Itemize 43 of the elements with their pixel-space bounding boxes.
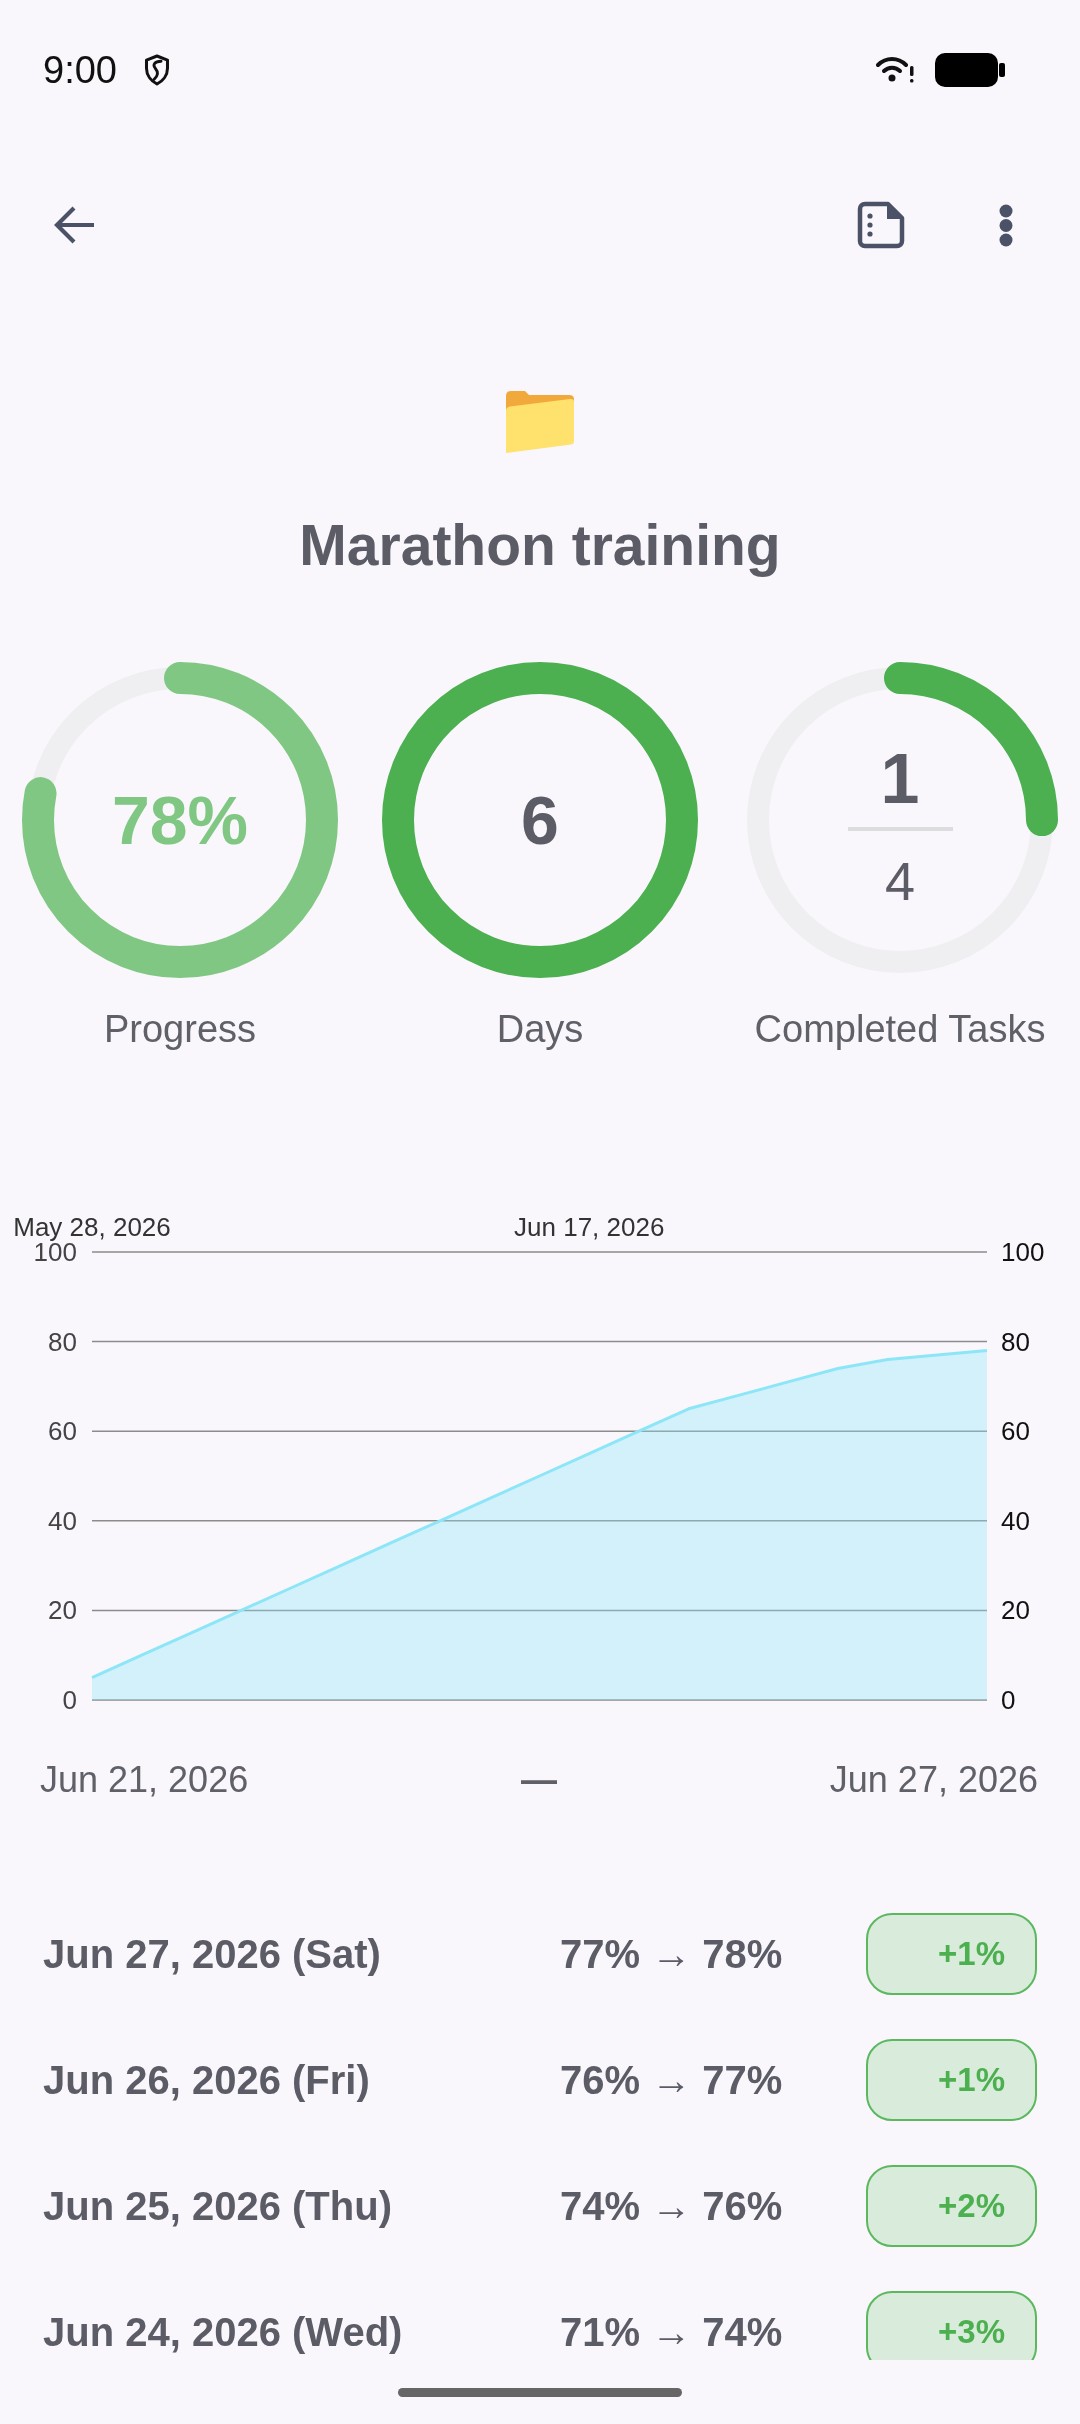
stat-label: Days (496, 1007, 584, 1052)
y-axis-label: 0 (1001, 1685, 1016, 1715)
wifi-warning-icon (876, 56, 916, 84)
y-axis-label: 100 (1001, 1237, 1045, 1267)
back-icon (52, 205, 96, 245)
y-axis-label: 20 (48, 1595, 77, 1626)
date-separator: — (521, 1759, 557, 1801)
stat-label: Progress (103, 1007, 257, 1052)
y-axis-label: 40 (1001, 1505, 1030, 1536)
y-axis-label: 20 (1001, 1595, 1030, 1626)
y-axis-label: 80 (1001, 1326, 1030, 1357)
fraction-denominator: 4 (884, 850, 915, 913)
stat-value: 6 (521, 786, 559, 854)
more-icon (999, 203, 1013, 247)
change-badge: +3% (866, 2291, 1037, 2360)
y-axis-label: 80 (48, 1326, 77, 1357)
change-badge: +2% (866, 2165, 1037, 2247)
shield-icon (142, 53, 171, 87)
y-axis-label: 60 (1001, 1416, 1030, 1447)
history-date: Jun 24, 2026 (Wed) (43, 2309, 404, 2355)
battery-icon (935, 53, 1005, 87)
project-title: Marathon training (299, 512, 781, 579)
x-axis-label: May 28, 2026 (13, 1212, 171, 1242)
change-badge: +1% (866, 2039, 1037, 2121)
gesture-handle[interactable] (398, 2388, 682, 2397)
y-axis-label: 40 (48, 1505, 77, 1536)
history-date: Jun 27, 2026 (Sat) (43, 1931, 382, 1977)
start-date: Jun 21, 2026 (40, 1759, 249, 1801)
fraction-numerator: 1 (880, 741, 920, 817)
change-badge: +1% (866, 1913, 1037, 1995)
percent-range: 74% → 76% (560, 2183, 784, 2229)
percent-range: 77% → 78% (560, 1931, 784, 1977)
x-axis-label: Jun 17, 2026 (514, 1212, 665, 1242)
y-axis-label: 60 (48, 1416, 77, 1447)
percent-range: 71% → 74% (560, 2309, 784, 2355)
history-date: Jun 25, 2026 (Thu) (43, 2183, 393, 2229)
document-icon (857, 201, 905, 249)
history-date: Jun 26, 2026 (Fri) (43, 2057, 371, 2103)
y-axis-label: 0 (62, 1685, 77, 1715)
percent-range: 76% → 77% (560, 2057, 784, 2103)
stat-label: Completed Tasks (754, 1007, 1046, 1052)
end-date: Jun 27, 2026 (829, 1759, 1038, 1801)
clock-time: 9:00 (43, 51, 117, 89)
